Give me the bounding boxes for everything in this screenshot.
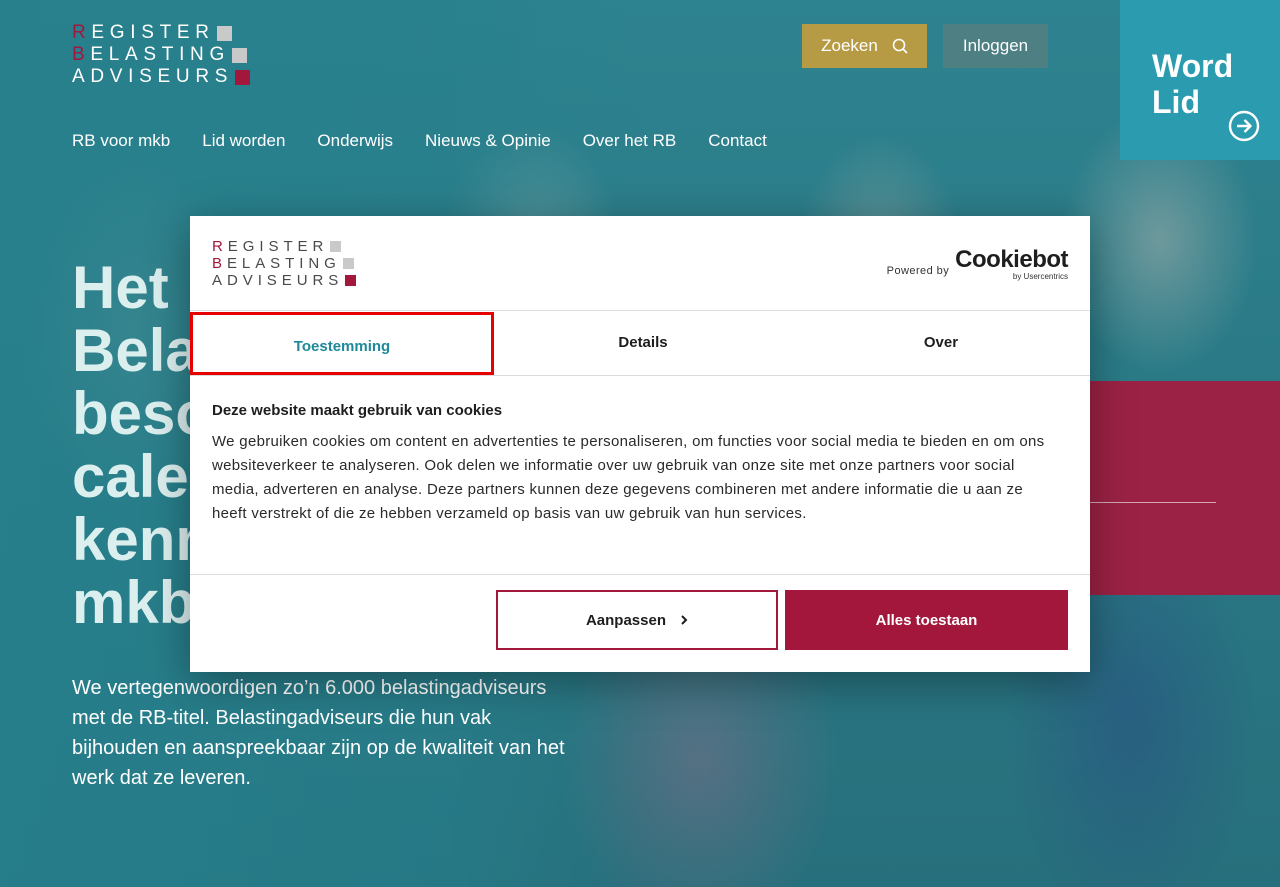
logo-word: elasting xyxy=(90,44,230,65)
logo-initial: B xyxy=(212,255,227,272)
main-navigation: RB voor mkb Lid worden Onderwijs Nieuws … xyxy=(72,131,767,151)
hero-side-panel xyxy=(1080,381,1280,595)
usercentrics-label: by Usercentrics xyxy=(1012,272,1068,281)
powered-by-label: Powered by xyxy=(886,265,950,277)
logo-row: Adviseurs xyxy=(212,272,357,289)
allow-all-button[interactable]: Alles toestaan xyxy=(785,590,1068,650)
logo-word: Adviseurs xyxy=(72,66,234,87)
dialog-footer: Aanpassen Alles toestaan xyxy=(190,574,1090,672)
dialog-heading: Deze website maakt gebruik van cookies xyxy=(212,402,503,419)
dialog-tabs: Toestemming Details Over xyxy=(190,312,1090,376)
logo-square xyxy=(235,69,251,85)
search-icon xyxy=(892,38,908,54)
site-logo[interactable]: Register Belasting Adviseurs xyxy=(72,22,251,88)
logo-square xyxy=(345,275,357,286)
customize-button[interactable]: Aanpassen xyxy=(496,590,778,650)
logo-square xyxy=(231,47,247,63)
logo-word: Adviseurs xyxy=(212,272,344,289)
logo-square xyxy=(216,25,232,41)
nav-item-onderwijs[interactable]: Onderwijs xyxy=(317,131,393,151)
nav-item-over-het-rb[interactable]: Over het RB xyxy=(583,131,677,151)
nav-item-rb-voor-mkb[interactable]: RB voor mkb xyxy=(72,131,170,151)
logo-initial: R xyxy=(72,22,92,43)
cookie-consent-dialog: Register Belasting Adviseurs Powered by … xyxy=(190,216,1090,672)
logo-row: Adviseurs xyxy=(72,66,251,88)
logo-row: Register xyxy=(72,22,250,44)
logo-row: Register xyxy=(212,238,356,255)
hero-description: We vertegenwoordigen zo’n 6.000 belastin… xyxy=(72,677,565,789)
logo-word: egister xyxy=(227,238,329,255)
panel-divider xyxy=(1090,502,1216,503)
join-button[interactable]: Word Lid xyxy=(1120,0,1280,160)
join-line-1: Word xyxy=(1152,48,1234,84)
login-button[interactable]: Inloggen xyxy=(943,24,1048,68)
logo-square xyxy=(330,241,342,252)
tab-toestemming[interactable]: Toestemming xyxy=(190,312,494,375)
logo-word: elasting xyxy=(226,255,341,272)
dialog-text: We gebruiken cookies om content en adver… xyxy=(212,433,1045,522)
customize-label: Aanpassen xyxy=(585,611,667,629)
cookiebot-wordmark: Cookiebot xyxy=(955,246,1068,273)
logo-word: egister xyxy=(91,22,215,43)
nav-item-contact[interactable]: Contact xyxy=(708,131,767,151)
logo-row: Belasting xyxy=(72,44,250,66)
search-label: Zoeken xyxy=(821,36,878,55)
dialog-header: Register Belasting Adviseurs Powered by … xyxy=(190,216,1090,311)
nav-item-lid-worden[interactable]: Lid worden xyxy=(202,131,285,151)
cookiebot-logo: Cookiebot by Usercentrics xyxy=(955,246,1068,282)
dialog-body: Deze website maakt gebruik van cookies W… xyxy=(212,402,1062,526)
search-button[interactable]: Zoeken xyxy=(802,24,927,68)
join-line-2: Lid xyxy=(1152,84,1200,120)
tab-over[interactable]: Over xyxy=(792,312,1090,375)
dialog-site-logo: Register Belasting Adviseurs xyxy=(212,238,357,289)
cookiebot-logo-link[interactable]: Powered by Cookiebot by Usercentrics xyxy=(886,246,1069,282)
nav-item-nieuws-opinie[interactable]: Nieuws & Opinie xyxy=(425,131,551,151)
logo-initial: B xyxy=(72,44,91,65)
logo-row: Belasting xyxy=(212,255,356,272)
logo-square xyxy=(342,258,354,269)
tab-details[interactable]: Details xyxy=(494,312,792,375)
chevron-right-icon xyxy=(681,615,688,625)
arrow-circle-right-icon xyxy=(1228,110,1260,142)
logo-initial: R xyxy=(212,238,228,255)
